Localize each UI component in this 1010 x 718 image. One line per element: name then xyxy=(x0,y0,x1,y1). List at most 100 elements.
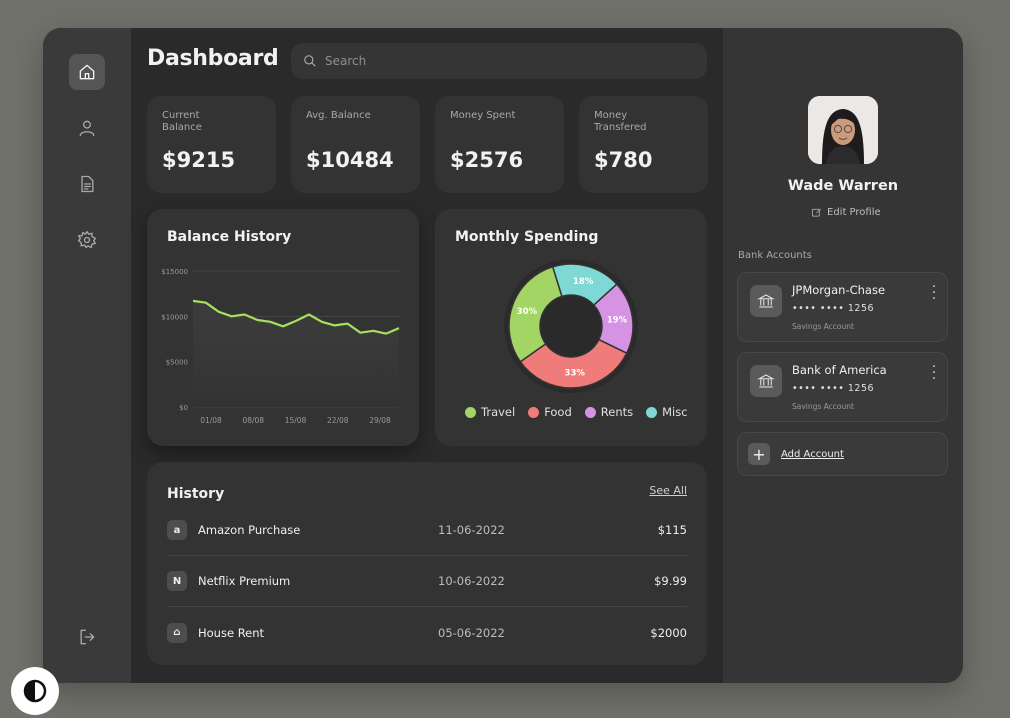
add-account-button[interactable]: + Add Account xyxy=(737,432,948,476)
bank-name: JPMorgan-Chase xyxy=(792,283,886,297)
slice-label: 30% xyxy=(517,307,538,317)
history-name: House Rent xyxy=(198,625,265,640)
history-date: 11-06-2022 xyxy=(438,523,505,537)
legend-label: Travel xyxy=(481,405,516,419)
stat-label: Current Balance xyxy=(162,110,202,133)
x-tick-label: 01/08 xyxy=(200,416,222,425)
stat-card-money-spent: Money Spent $2576 xyxy=(435,96,564,193)
y-tick-label: $5000 xyxy=(166,359,188,367)
balance-history-card: Balance History $15000 $10000 $5000 $0 01/08… xyxy=(147,209,419,446)
bank-type: Savings Account xyxy=(792,322,854,331)
legend-swatch xyxy=(646,406,658,418)
history-date: 10-06-2022 xyxy=(438,574,505,588)
stat-label: Money Transfered xyxy=(594,110,647,133)
stat-value: $2576 xyxy=(450,148,524,172)
edit-profile-label: Edit Profile xyxy=(827,207,881,218)
more-options-icon[interactable]: · · · xyxy=(931,281,937,306)
stat-value: $9215 xyxy=(162,148,236,172)
sidebar-item-home[interactable] xyxy=(69,54,105,90)
user-icon xyxy=(79,120,95,137)
home-icon xyxy=(79,64,95,80)
stat-label: Avg. Balance xyxy=(306,110,371,121)
app-window: Dashboard Current Balance $9215 Avg. Bal… xyxy=(43,28,963,683)
stat-value: $10484 xyxy=(306,148,394,172)
stat-value: $780 xyxy=(594,148,653,172)
x-tick-label: 15/08 xyxy=(285,416,307,425)
legend-swatch xyxy=(584,406,596,418)
sidebar-item-profile[interactable] xyxy=(69,110,105,146)
legend-item-food: Food xyxy=(528,405,572,419)
x-tick-label: 08/08 xyxy=(242,416,264,425)
history-title: History xyxy=(167,486,225,502)
sidebar xyxy=(43,28,131,683)
plus-icon: + xyxy=(748,443,770,465)
avatar-image xyxy=(808,96,878,164)
theme-toggle-button[interactable] xyxy=(11,667,59,715)
bank-icon xyxy=(750,365,782,397)
stat-card-avg-balance: Avg. Balance $10484 xyxy=(291,96,420,193)
legend-item-rents: Rents xyxy=(584,405,634,419)
y-tick-label: $0 xyxy=(179,404,188,412)
main-content: Dashboard Current Balance $9215 Avg. Bal… xyxy=(131,28,723,683)
amazon-icon: a xyxy=(167,520,187,540)
bank-card[interactable]: Bank of America •••• •••• 1256 Savings A… xyxy=(737,352,948,422)
legend-label: Misc xyxy=(662,405,688,419)
contrast-icon xyxy=(23,679,47,703)
history-row[interactable]: ⌂ House Rent 05-06-2022 $2000 xyxy=(167,607,687,658)
bank-accounts-heading: Bank Accounts xyxy=(738,250,812,261)
history-date: 05-06-2022 xyxy=(438,625,505,640)
slice-label: 18% xyxy=(573,277,594,287)
history-amount: $9.99 xyxy=(654,574,687,588)
legend-swatch xyxy=(528,406,540,418)
y-tick-label: $10000 xyxy=(161,313,188,321)
x-tick-label: 29/08 xyxy=(369,416,391,425)
slice-label: 19% xyxy=(607,315,628,325)
edit-profile-button[interactable]: Edit Profile xyxy=(811,207,881,218)
bank-number: •••• •••• 1256 xyxy=(792,303,875,314)
search-bar[interactable] xyxy=(291,43,707,79)
history-row[interactable]: N Netflix Premium 10-06-2022 $9.99 xyxy=(167,556,687,607)
profile-name: Wade Warren xyxy=(787,178,899,194)
history-amount: $115 xyxy=(657,523,687,537)
add-account-label: Add Account xyxy=(781,448,844,460)
bank-name: Bank of America xyxy=(792,363,887,377)
edit-icon xyxy=(812,208,821,217)
sidebar-item-documents[interactable] xyxy=(69,166,105,202)
x-tick-label: 22/08 xyxy=(327,416,349,425)
see-all-link[interactable]: See All xyxy=(649,484,687,497)
avatar xyxy=(808,96,878,164)
donut-hole xyxy=(541,296,601,356)
search-input[interactable] xyxy=(325,54,685,68)
search-icon xyxy=(304,55,316,67)
bank-type: Savings Account xyxy=(792,402,854,411)
page-title: Dashboard xyxy=(147,46,279,71)
stat-card-money-transfered: Money Transfered $780 xyxy=(579,96,708,193)
legend-item-travel: Travel xyxy=(465,405,515,419)
more-options-icon[interactable]: · · · xyxy=(931,361,937,386)
legend-label: Food xyxy=(544,405,572,419)
house-icon: ⌂ xyxy=(167,622,187,643)
history-name: Netflix Premium xyxy=(198,574,291,588)
history-row[interactable]: a Amazon Purchase 11-06-2022 $115 xyxy=(167,505,687,556)
legend-label: Rents xyxy=(600,405,634,419)
sidebar-item-settings[interactable] xyxy=(69,222,105,258)
stat-label: Money Spent xyxy=(450,110,516,121)
history-card: History See All a Amazon Purchase 11-06-… xyxy=(147,462,707,665)
monthly-spending-card: Monthly Spending 18% 19% 33% 30% Travel Foo… xyxy=(435,209,707,446)
logout-icon xyxy=(80,629,95,645)
area-fill xyxy=(193,300,399,407)
bank-number: •••• •••• 1256 xyxy=(792,383,875,394)
stat-card-current-balance: Current Balance $9215 xyxy=(147,96,276,193)
logout-button[interactable] xyxy=(69,619,105,655)
balance-history-chart: $15000 $10000 $5000 $0 01/08 08/08 15/08 22/08 2… xyxy=(161,268,400,425)
profile-panel: Wade Warren Edit Profile Bank Accounts J… xyxy=(723,28,963,683)
history-name: Amazon Purchase xyxy=(198,523,301,537)
slice-label: 33% xyxy=(565,368,586,378)
history-amount: $2000 xyxy=(650,625,687,640)
bank-card[interactable]: JPMorgan-Chase •••• •••• 1256 Savings Ac… xyxy=(737,272,948,342)
y-tick-label: $15000 xyxy=(161,268,188,276)
netflix-icon: N xyxy=(167,571,187,591)
legend-swatch xyxy=(465,406,476,418)
legend-item-misc: Misc xyxy=(646,405,688,419)
document-icon xyxy=(81,175,94,193)
